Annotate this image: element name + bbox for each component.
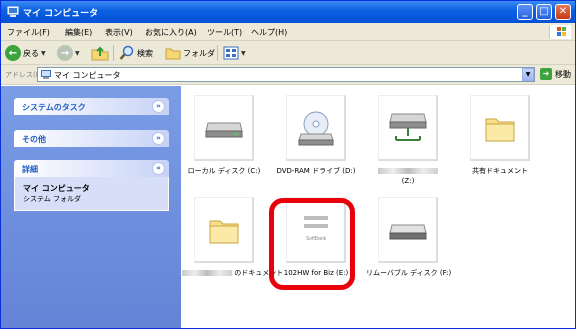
windows-logo [549, 25, 571, 39]
other-places-group: その他 » [14, 130, 169, 147]
drive-tile-f[interactable]: リムーバブル ディスク (F:) [366, 197, 451, 277]
drive-tile-c[interactable]: ローカル ディスク (C:) [188, 95, 260, 175]
address-value: マイ コンピュータ [54, 71, 121, 80]
drive-tile-d[interactable]: DVD-RAM ドライブ (D:) [276, 95, 356, 175]
shared-documents-tile[interactable]: 共有ドキュメント [466, 95, 534, 175]
folder-thumbnail [194, 197, 254, 263]
expand-chevron-icon[interactable]: » [152, 132, 165, 145]
search-icon [119, 45, 134, 60]
toolbar-separator [217, 45, 218, 61]
details-title: 詳細 [22, 165, 38, 174]
system-tasks-header[interactable]: システムのタスク » [14, 98, 169, 115]
menu-help[interactable]: ヘルプ(H) [251, 27, 287, 38]
blurred-name [378, 168, 438, 174]
chevron-down-icon: ▼ [41, 49, 46, 57]
user-documents-tile[interactable]: のドキュメント [182, 197, 283, 277]
system-tasks-group: システムのタスク » [14, 98, 169, 115]
maximize-button[interactable]: □ [536, 4, 552, 20]
minimize-button[interactable]: _ [517, 4, 533, 20]
toolbar: ← 戻る ▼ → ▼ 検索 フォルダ ▼ [1, 41, 575, 65]
menu-edit[interactable]: 編集(E) [65, 27, 92, 38]
system-tasks-title: システムのタスク [22, 103, 86, 112]
toolbar-separator [113, 45, 114, 61]
drive-label: DVD-RAM ドライブ (D:) [276, 167, 356, 175]
up-folder-button[interactable] [91, 44, 109, 62]
folders-icon [165, 48, 181, 60]
task-pane: システムのタスク » その他 » 詳細 « マイ コンピュータ システム フォル… [1, 86, 181, 328]
address-dropdown-button[interactable]: ▼ [522, 68, 534, 81]
chevron-down-icon: ▼ [75, 49, 80, 57]
dvd-drive-icon [297, 111, 334, 145]
folder-label: のドキュメント [182, 268, 283, 278]
hard-disk-icon [204, 122, 243, 137]
expand-chevron-icon[interactable]: » [152, 100, 165, 113]
details-header[interactable]: 詳細 « [14, 160, 169, 177]
search-label: 検索 [137, 48, 153, 58]
back-button[interactable]: ← 戻る ▼ [5, 44, 46, 62]
go-arrow-icon: ➜ [540, 68, 552, 80]
folder-icon [485, 118, 514, 141]
chevron-down-icon: ▼ [241, 49, 246, 57]
my-computer-icon [41, 70, 51, 79]
drive-thumbnail [378, 197, 438, 263]
explorer-window: マイ コンピュータ _ □ ✕ ファイル(F) 編集(E) 表示(V) お気に入… [0, 0, 576, 329]
window-title: マイ コンピュータ [23, 9, 99, 19]
menu-file[interactable]: ファイル(F) [7, 27, 50, 38]
forward-button[interactable]: → ▼ [57, 44, 80, 62]
close-button[interactable]: ✕ [555, 4, 571, 20]
views-button[interactable]: ▼ [223, 44, 246, 62]
drive-thumbnail [194, 95, 254, 161]
other-places-header[interactable]: その他 » [14, 130, 169, 147]
address-bar: アドレス(D) マイ コンピュータ ▼ ➜ 移動 [1, 65, 575, 85]
other-places-title: その他 [22, 135, 46, 144]
details-type: システム フォルダ [23, 195, 82, 203]
drive-thumbnail [286, 95, 346, 161]
go-label: 移動 [555, 69, 571, 79]
network-drive-icon [388, 113, 427, 141]
folders-label: フォルダ [183, 48, 215, 58]
drive-letter: (Z:) [401, 177, 415, 185]
up-folder-icon [91, 46, 109, 61]
collapse-chevron-icon[interactable]: « [152, 162, 165, 175]
folder-label: 共有ドキュメント [472, 167, 528, 175]
drive-label: リムーバブル ディスク (F:) [366, 269, 452, 277]
drive-thumbnail [378, 95, 438, 161]
removable-disk-icon [388, 224, 427, 239]
views-icon [223, 46, 239, 60]
folder-thumbnail [470, 95, 530, 161]
drive-tile-z[interactable]: (Z:) [374, 95, 442, 185]
menu-favorites[interactable]: お気に入り(A) [145, 27, 197, 38]
menu-bar: ファイル(F) 編集(E) 表示(V) お気に入り(A) ツール(T) ヘルプ(… [1, 23, 575, 41]
go-button[interactable]: ➜ 移動 [540, 68, 571, 80]
details-group: 詳細 « マイ コンピュータ システム フォルダ [14, 160, 169, 211]
menu-tools[interactable]: ツール(T) [207, 27, 242, 38]
back-label: 戻る [23, 48, 39, 58]
address-field[interactable]: マイ コンピュータ [37, 67, 535, 82]
forward-arrow-icon: → [57, 45, 73, 61]
title-bar[interactable]: マイ コンピュータ _ □ ✕ [1, 1, 575, 23]
highlight-annotation [269, 198, 355, 290]
folder-icon [209, 220, 238, 243]
drive-label: ローカル ディスク (C:) [187, 167, 261, 175]
windows-flag-icon [557, 27, 566, 36]
my-computer-icon [7, 6, 19, 17]
search-button[interactable]: 検索 [119, 44, 153, 62]
drives-view: ローカル ディスク (C:) DVD-RAM ドライブ (D:) (Z:) 共有… [182, 86, 575, 328]
details-name: マイ コンピュータ [23, 184, 90, 193]
drive-label: (Z:) [366, 166, 450, 186]
menu-view[interactable]: 表示(V) [105, 27, 133, 38]
blurred-name [182, 270, 232, 276]
folders-button[interactable]: フォルダ [165, 44, 215, 62]
back-arrow-icon: ← [5, 45, 21, 61]
details-body: マイ コンピュータ システム フォルダ [14, 177, 169, 211]
